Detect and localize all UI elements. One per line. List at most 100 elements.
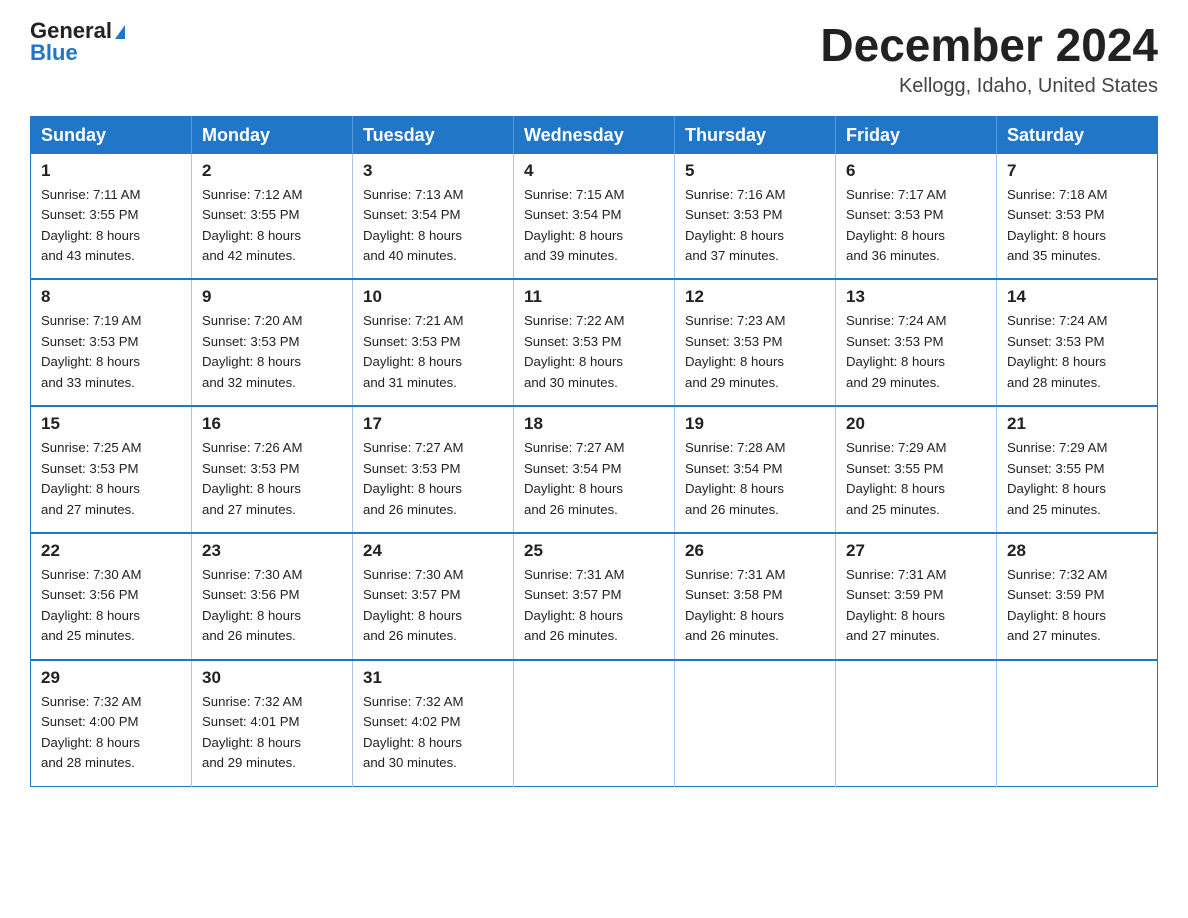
day-number: 9 xyxy=(202,287,342,307)
table-row: 11 Sunrise: 7:22 AMSunset: 3:53 PMDaylig… xyxy=(514,279,675,406)
day-number: 7 xyxy=(1007,161,1147,181)
day-number: 17 xyxy=(363,414,503,434)
table-row: 15 Sunrise: 7:25 AMSunset: 3:53 PMDaylig… xyxy=(31,406,192,533)
day-info: Sunrise: 7:20 AMSunset: 3:53 PMDaylight:… xyxy=(202,313,302,389)
table-row: 29 Sunrise: 7:32 AMSunset: 4:00 PMDaylig… xyxy=(31,660,192,786)
day-number: 19 xyxy=(685,414,825,434)
day-info: Sunrise: 7:15 AMSunset: 3:54 PMDaylight:… xyxy=(524,187,624,263)
day-info: Sunrise: 7:27 AMSunset: 3:53 PMDaylight:… xyxy=(363,440,463,516)
table-row: 13 Sunrise: 7:24 AMSunset: 3:53 PMDaylig… xyxy=(836,279,997,406)
table-row: 26 Sunrise: 7:31 AMSunset: 3:58 PMDaylig… xyxy=(675,533,836,660)
day-info: Sunrise: 7:19 AMSunset: 3:53 PMDaylight:… xyxy=(41,313,141,389)
day-info: Sunrise: 7:25 AMSunset: 3:53 PMDaylight:… xyxy=(41,440,141,516)
day-number: 27 xyxy=(846,541,986,561)
day-info: Sunrise: 7:29 AMSunset: 3:55 PMDaylight:… xyxy=(846,440,946,516)
title-area: December 2024 Kellogg, Idaho, United Sta… xyxy=(820,20,1158,98)
table-row: 6 Sunrise: 7:17 AMSunset: 3:53 PMDayligh… xyxy=(836,154,997,280)
day-number: 8 xyxy=(41,287,181,307)
table-row: 27 Sunrise: 7:31 AMSunset: 3:59 PMDaylig… xyxy=(836,533,997,660)
table-row: 8 Sunrise: 7:19 AMSunset: 3:53 PMDayligh… xyxy=(31,279,192,406)
day-info: Sunrise: 7:13 AMSunset: 3:54 PMDaylight:… xyxy=(363,187,463,263)
logo-text: General Blue xyxy=(30,20,125,64)
day-info: Sunrise: 7:28 AMSunset: 3:54 PMDaylight:… xyxy=(685,440,785,516)
day-info: Sunrise: 7:31 AMSunset: 3:58 PMDaylight:… xyxy=(685,567,785,643)
day-number: 14 xyxy=(1007,287,1147,307)
table-row: 24 Sunrise: 7:30 AMSunset: 3:57 PMDaylig… xyxy=(353,533,514,660)
table-row: 28 Sunrise: 7:32 AMSunset: 3:59 PMDaylig… xyxy=(997,533,1158,660)
day-number: 21 xyxy=(1007,414,1147,434)
table-row xyxy=(836,660,997,786)
day-info: Sunrise: 7:17 AMSunset: 3:53 PMDaylight:… xyxy=(846,187,946,263)
header-sunday: Sunday xyxy=(31,116,192,154)
day-info: Sunrise: 7:18 AMSunset: 3:53 PMDaylight:… xyxy=(1007,187,1107,263)
table-row: 25 Sunrise: 7:31 AMSunset: 3:57 PMDaylig… xyxy=(514,533,675,660)
table-row: 5 Sunrise: 7:16 AMSunset: 3:53 PMDayligh… xyxy=(675,154,836,280)
calendar-week-row: 1 Sunrise: 7:11 AMSunset: 3:55 PMDayligh… xyxy=(31,154,1158,280)
header-thursday: Thursday xyxy=(675,116,836,154)
day-info: Sunrise: 7:32 AMSunset: 3:59 PMDaylight:… xyxy=(1007,567,1107,643)
day-number: 2 xyxy=(202,161,342,181)
month-title: December 2024 xyxy=(820,20,1158,71)
table-row: 19 Sunrise: 7:28 AMSunset: 3:54 PMDaylig… xyxy=(675,406,836,533)
day-info: Sunrise: 7:30 AMSunset: 3:56 PMDaylight:… xyxy=(202,567,302,643)
table-row: 10 Sunrise: 7:21 AMSunset: 3:53 PMDaylig… xyxy=(353,279,514,406)
day-number: 11 xyxy=(524,287,664,307)
day-number: 16 xyxy=(202,414,342,434)
location-title: Kellogg, Idaho, United States xyxy=(820,75,1158,98)
day-number: 3 xyxy=(363,161,503,181)
header-monday: Monday xyxy=(192,116,353,154)
logo-blue: Blue xyxy=(30,42,125,64)
table-row: 3 Sunrise: 7:13 AMSunset: 3:54 PMDayligh… xyxy=(353,154,514,280)
logo-general-line: General xyxy=(30,20,125,42)
table-row: 17 Sunrise: 7:27 AMSunset: 3:53 PMDaylig… xyxy=(353,406,514,533)
day-number: 24 xyxy=(363,541,503,561)
header: General Blue December 2024 Kellogg, Idah… xyxy=(30,20,1158,98)
day-info: Sunrise: 7:31 AMSunset: 3:57 PMDaylight:… xyxy=(524,567,624,643)
header-tuesday: Tuesday xyxy=(353,116,514,154)
day-info: Sunrise: 7:11 AMSunset: 3:55 PMDaylight:… xyxy=(41,187,140,263)
day-info: Sunrise: 7:29 AMSunset: 3:55 PMDaylight:… xyxy=(1007,440,1107,516)
header-saturday: Saturday xyxy=(997,116,1158,154)
day-number: 6 xyxy=(846,161,986,181)
day-info: Sunrise: 7:26 AMSunset: 3:53 PMDaylight:… xyxy=(202,440,302,516)
day-number: 22 xyxy=(41,541,181,561)
day-info: Sunrise: 7:23 AMSunset: 3:53 PMDaylight:… xyxy=(685,313,785,389)
table-row: 1 Sunrise: 7:11 AMSunset: 3:55 PMDayligh… xyxy=(31,154,192,280)
day-info: Sunrise: 7:21 AMSunset: 3:53 PMDaylight:… xyxy=(363,313,463,389)
day-info: Sunrise: 7:12 AMSunset: 3:55 PMDaylight:… xyxy=(202,187,302,263)
table-row: 21 Sunrise: 7:29 AMSunset: 3:55 PMDaylig… xyxy=(997,406,1158,533)
day-number: 18 xyxy=(524,414,664,434)
table-row: 14 Sunrise: 7:24 AMSunset: 3:53 PMDaylig… xyxy=(997,279,1158,406)
header-wednesday: Wednesday xyxy=(514,116,675,154)
table-row: 30 Sunrise: 7:32 AMSunset: 4:01 PMDaylig… xyxy=(192,660,353,786)
table-row: 31 Sunrise: 7:32 AMSunset: 4:02 PMDaylig… xyxy=(353,660,514,786)
table-row xyxy=(675,660,836,786)
table-row: 9 Sunrise: 7:20 AMSunset: 3:53 PMDayligh… xyxy=(192,279,353,406)
day-info: Sunrise: 7:16 AMSunset: 3:53 PMDaylight:… xyxy=(685,187,785,263)
day-number: 1 xyxy=(41,161,181,181)
table-row xyxy=(997,660,1158,786)
day-number: 12 xyxy=(685,287,825,307)
day-number: 10 xyxy=(363,287,503,307)
day-info: Sunrise: 7:32 AMSunset: 4:02 PMDaylight:… xyxy=(363,694,463,770)
day-number: 30 xyxy=(202,668,342,688)
day-number: 4 xyxy=(524,161,664,181)
table-row xyxy=(514,660,675,786)
day-info: Sunrise: 7:32 AMSunset: 4:01 PMDaylight:… xyxy=(202,694,302,770)
calendar-week-row: 8 Sunrise: 7:19 AMSunset: 3:53 PMDayligh… xyxy=(31,279,1158,406)
logo: General Blue xyxy=(30,20,125,64)
table-row: 22 Sunrise: 7:30 AMSunset: 3:56 PMDaylig… xyxy=(31,533,192,660)
day-number: 26 xyxy=(685,541,825,561)
table-row: 16 Sunrise: 7:26 AMSunset: 3:53 PMDaylig… xyxy=(192,406,353,533)
calendar-table: Sunday Monday Tuesday Wednesday Thursday… xyxy=(30,116,1158,787)
day-number: 5 xyxy=(685,161,825,181)
calendar-week-row: 29 Sunrise: 7:32 AMSunset: 4:00 PMDaylig… xyxy=(31,660,1158,786)
day-number: 15 xyxy=(41,414,181,434)
day-number: 25 xyxy=(524,541,664,561)
table-row: 23 Sunrise: 7:30 AMSunset: 3:56 PMDaylig… xyxy=(192,533,353,660)
day-info: Sunrise: 7:24 AMSunset: 3:53 PMDaylight:… xyxy=(1007,313,1107,389)
day-number: 31 xyxy=(363,668,503,688)
calendar-week-row: 22 Sunrise: 7:30 AMSunset: 3:56 PMDaylig… xyxy=(31,533,1158,660)
table-row: 12 Sunrise: 7:23 AMSunset: 3:53 PMDaylig… xyxy=(675,279,836,406)
table-row: 2 Sunrise: 7:12 AMSunset: 3:55 PMDayligh… xyxy=(192,154,353,280)
